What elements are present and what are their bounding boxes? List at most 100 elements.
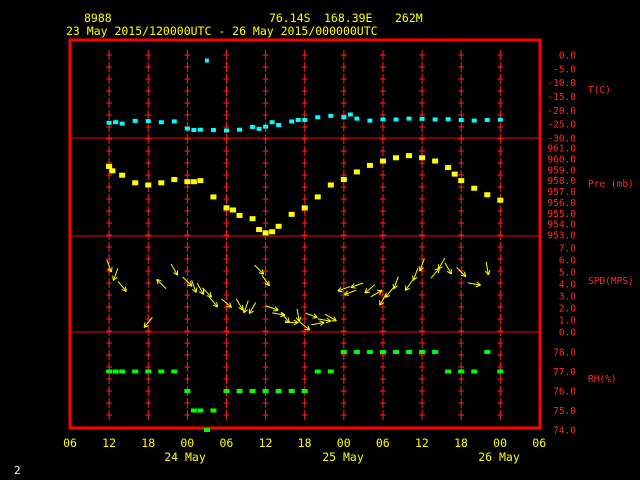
- y-tick-label: -10.0: [547, 78, 576, 89]
- x-hour-label: 00: [337, 436, 351, 450]
- y-tick-label: 958.0: [547, 176, 576, 187]
- temp-point: [445, 117, 451, 122]
- y-tick-label: -15.0: [547, 92, 576, 103]
- x-hour-label: 18: [298, 436, 312, 450]
- temp-point: [250, 124, 256, 129]
- rh-point: [249, 389, 256, 393]
- y-tick-label: 955.0: [547, 209, 576, 220]
- temp-point: [263, 124, 269, 129]
- x-hour-label: 18: [454, 436, 468, 450]
- corner-label: 2: [14, 464, 21, 477]
- station-id: 8988: [84, 11, 112, 25]
- pressure-point: [197, 178, 204, 184]
- pressure-point: [301, 205, 308, 211]
- wind-arrow-head: [298, 316, 302, 322]
- rh-point: [203, 428, 210, 432]
- rh-point: [484, 350, 491, 354]
- rh-point: [327, 369, 334, 374]
- rh-point: [366, 350, 373, 354]
- y-tick-label: 0.0: [559, 328, 576, 339]
- wind-arrow-head: [487, 269, 491, 275]
- rh-point: [210, 408, 217, 413]
- temp-point: [158, 120, 164, 125]
- pressure-point: [184, 179, 191, 185]
- y-tick-label: 960.0: [547, 154, 576, 165]
- y-tick-label: -25.0: [547, 120, 576, 131]
- temp-point: [497, 117, 503, 122]
- rh-point: [197, 408, 204, 413]
- y-tick-label: 78.0: [553, 348, 576, 359]
- pressure-point: [451, 171, 458, 177]
- y-tick-label: 959.0: [547, 165, 576, 176]
- pressure-point: [262, 230, 269, 236]
- x-hour-label: 12: [415, 436, 429, 450]
- period-label: 23 May 2015/120000UTC - 26 May 2015/0000…: [66, 24, 378, 38]
- wind-arrow-head: [273, 309, 279, 312]
- wind-arrow-head: [325, 320, 331, 324]
- wind-arrow-head: [242, 307, 245, 313]
- pressure-point: [471, 185, 478, 191]
- rh-point: [471, 369, 478, 374]
- temp-point: [191, 127, 197, 132]
- pressure-point: [230, 207, 236, 213]
- pressure-point: [445, 165, 452, 171]
- x-date-label: 24 May: [164, 450, 206, 464]
- temp-point: [419, 116, 425, 121]
- temp-point: [197, 127, 203, 132]
- rh-point: [158, 369, 165, 374]
- y-tick-label: 76.0: [553, 387, 576, 398]
- pressure-point: [379, 158, 386, 164]
- pressure-point: [327, 182, 334, 188]
- rh-point: [112, 369, 119, 374]
- y-tick-label: 956.0: [547, 198, 576, 209]
- pressure-point: [236, 212, 243, 218]
- pressure-point: [353, 169, 360, 175]
- pressure-point: [497, 197, 504, 203]
- y-tick-label: 953.0: [547, 231, 576, 242]
- pressure-point: [109, 168, 116, 174]
- wind-arrow-head: [350, 286, 356, 289]
- temp-point: [132, 118, 138, 123]
- x-hour-label: 12: [259, 436, 273, 450]
- panel-label: T(C): [588, 85, 611, 96]
- y-tick-label: 74.0: [553, 426, 576, 437]
- pressure-point: [210, 194, 217, 200]
- rh-point: [406, 350, 413, 354]
- y-tick-label: 961.0: [547, 144, 576, 155]
- pressure-point: [249, 216, 256, 222]
- temp-point: [393, 117, 399, 122]
- rh-point: [432, 350, 439, 354]
- temp-point: [119, 121, 125, 126]
- pressure-point: [288, 211, 295, 217]
- rh-point: [445, 369, 452, 374]
- rh-point: [236, 389, 243, 393]
- temp-point: [315, 115, 321, 120]
- rh-point: [301, 389, 308, 393]
- rh-point: [497, 369, 504, 374]
- temp-point: [184, 126, 190, 131]
- y-tick-label: -20.0: [547, 106, 576, 117]
- pressure-point: [314, 194, 321, 200]
- pressure-point: [171, 177, 178, 183]
- pressure-point: [458, 178, 465, 184]
- temp-point: [237, 127, 243, 132]
- pressure-point: [419, 155, 426, 161]
- station-elev: 262M: [395, 11, 423, 25]
- x-date-label: 25 May: [322, 450, 364, 464]
- temp-outlier-point: [204, 58, 209, 63]
- rh-point: [458, 369, 465, 374]
- rh-point: [132, 369, 139, 374]
- temp-point: [484, 118, 490, 123]
- wind-arrow-head: [418, 265, 421, 271]
- pressure-point: [256, 227, 263, 233]
- y-tick-label: 77.0: [553, 367, 576, 378]
- wind-arrow-head: [475, 284, 481, 288]
- temp-point: [269, 120, 275, 125]
- rh-point: [171, 369, 178, 374]
- wind-arrow-head: [337, 290, 343, 293]
- rh-point: [106, 369, 113, 374]
- wind-arrow-head: [404, 285, 407, 291]
- temp-point: [432, 117, 438, 122]
- pressure-point: [223, 205, 230, 211]
- temp-point: [328, 113, 334, 118]
